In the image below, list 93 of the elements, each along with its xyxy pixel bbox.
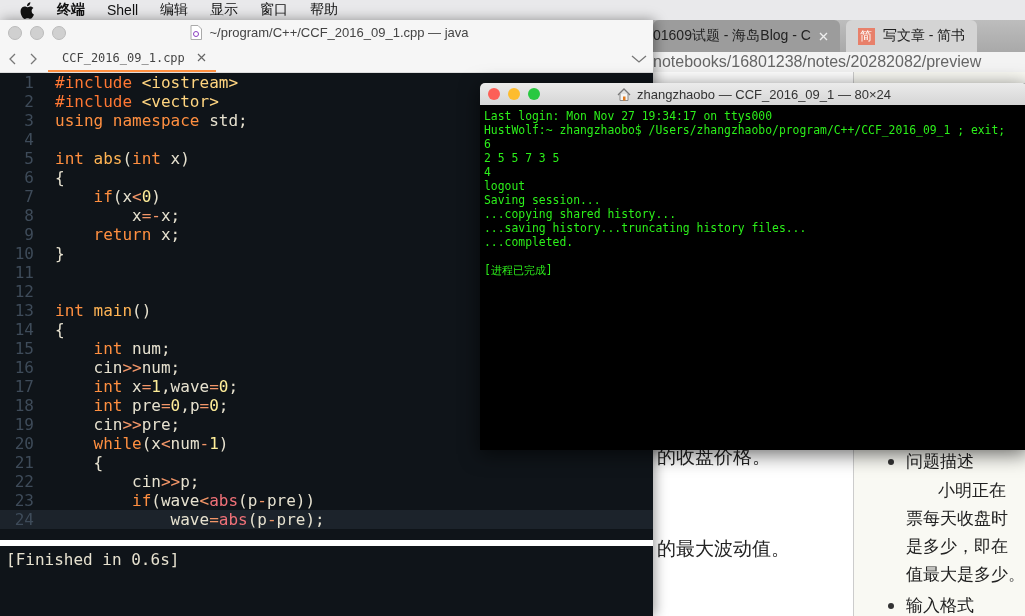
paragraph-line: 是多少，即在 — [906, 536, 1009, 557]
zoom-window-icon[interactable] — [528, 88, 540, 100]
line-number: 7 — [23, 187, 34, 206]
section-heading: 输入格式 — [906, 595, 974, 616]
line-number: 21 — [13, 453, 34, 472]
tab-title: 写文章 - 简书 — [882, 27, 966, 45]
code-line: if(wave<abs(p-pre)) — [131, 491, 316, 510]
line-number: 20 — [13, 434, 34, 453]
browser-tab[interactable]: 01609试题 - 海岛Blog - C — [653, 20, 840, 52]
close-window-icon[interactable] — [8, 25, 22, 40]
window-title: zhangzhaobo — CCF_2016_09_1 — 80×24 — [636, 86, 891, 102]
code-line: return x; — [92, 225, 181, 244]
code-line: while(x<num-1) — [92, 434, 229, 453]
code-line: { — [55, 320, 65, 339]
paragraph-line: 小明正在 — [937, 480, 1007, 501]
line-number: 19 — [13, 415, 34, 434]
line-number: 4 — [23, 130, 34, 149]
line-number: 10 — [13, 244, 34, 263]
terminal-line: ...saving history...truncating history files... — [484, 221, 808, 235]
bullet-icon — [888, 602, 894, 609]
terminal-line: HustWolf:~ zhangzhaobo$ /Users/zhangzhaobo/program/C++/CCF_2016_09_1 ; exit; — [484, 123, 1007, 137]
house-icon — [616, 87, 631, 101]
tab-title: 01609试题 - 海岛Blog - C — [653, 27, 811, 45]
article-text: 的最大波动值。 — [657, 537, 791, 561]
code-line: x=-x; — [131, 206, 181, 225]
line-number: 22 — [13, 472, 34, 491]
terminal-line: ...copying shared history... — [484, 207, 678, 221]
close-icon[interactable] — [196, 53, 206, 62]
zoom-window-icon[interactable] — [52, 25, 66, 40]
terminal-line: 6 — [484, 137, 492, 151]
paragraph-line: 票每天收盘时 — [906, 508, 1009, 529]
code-line: #include <vector> — [55, 92, 219, 111]
site-favicon: 简 — [857, 27, 875, 45]
terminal-line: 2 5 5 7 3 5 — [484, 151, 561, 165]
line-number: 12 — [13, 282, 34, 301]
window-title: ~/program/C++/CCF_2016_09_1.cpp — java — [209, 25, 469, 40]
menu-item[interactable]: 编辑 — [149, 1, 200, 19]
chevron-down-icon[interactable] — [631, 53, 647, 64]
terminal-line: 4 — [484, 165, 492, 179]
terminal-line: logout — [484, 179, 527, 193]
line-number: 17 — [13, 377, 34, 396]
code-line: if(x<0) — [92, 187, 161, 206]
line-number: 13 — [13, 301, 34, 320]
line-number: 2 — [23, 92, 34, 111]
line-number: 14 — [13, 320, 34, 339]
file-icon — [190, 25, 203, 40]
line-number: 9 — [23, 225, 34, 244]
build-output-text: [Finished in 0.6s] — [6, 550, 180, 569]
section-heading: 问题描述 — [906, 451, 974, 473]
terminal-line: Saving session... — [484, 193, 602, 207]
terminal-status: [进程已完成] — [484, 263, 554, 277]
code-line: } — [55, 244, 65, 263]
code-line: int num; — [92, 339, 171, 358]
code-line: int pre=0,p=0; — [92, 396, 229, 415]
line-number: 5 — [23, 149, 34, 168]
address-bar[interactable]: notebooks/16801238/notes/20282082/preview — [653, 52, 1025, 72]
code-line: int abs(int x) — [55, 149, 190, 168]
code-line: int main() — [55, 301, 152, 320]
line-number: 3 — [23, 111, 34, 130]
terminal-line: ...completed. — [484, 235, 575, 249]
code-line: cin>>p; — [131, 472, 200, 491]
line-number: 8 — [23, 206, 34, 225]
code-line: int x=1,wave=0; — [92, 377, 239, 396]
code-line: cin>>pre; — [92, 415, 181, 434]
menu-item[interactable]: 窗口 — [249, 1, 300, 19]
menu-item[interactable]: 帮助 — [299, 1, 350, 19]
line-number: 15 — [13, 339, 34, 358]
minimize-window-icon[interactable] — [30, 25, 44, 40]
code-line: using namespace std; — [55, 111, 248, 130]
forward-icon[interactable] — [28, 51, 38, 66]
minimize-window-icon[interactable] — [508, 88, 520, 100]
menu-item[interactable]: 显示 — [199, 1, 250, 19]
line-number: 18 — [13, 396, 34, 415]
line-number: 6 — [23, 168, 34, 187]
bullet-icon — [888, 458, 894, 465]
line-number: 11 — [13, 263, 34, 282]
tab-title: CCF_2016_09_1.cpp — [62, 50, 185, 65]
browser-tab[interactable]: 简 写文章 - 简书 — [845, 20, 978, 52]
terminal-line: Last login: Mon Nov 27 19:34:17 on ttys000 — [484, 109, 774, 123]
line-number: 1 — [23, 73, 34, 92]
code-line: #include <iostream> — [55, 73, 239, 92]
apple-logo-icon[interactable] — [20, 1, 34, 19]
code-line: wave=abs(p-pre); — [169, 510, 325, 529]
paragraph-line: 值最大是多少。 — [906, 564, 1025, 585]
code-line: cin>>num; — [92, 358, 181, 377]
code-line: { — [92, 453, 104, 472]
close-window-icon[interactable] — [488, 88, 500, 100]
code-line: { — [55, 168, 65, 187]
line-number: 16 — [13, 358, 34, 377]
back-icon[interactable] — [8, 51, 18, 66]
menu-item[interactable]: Shell — [96, 2, 150, 18]
menu-item[interactable]: 终端 — [46, 1, 96, 19]
line-number: 23 — [13, 491, 34, 510]
